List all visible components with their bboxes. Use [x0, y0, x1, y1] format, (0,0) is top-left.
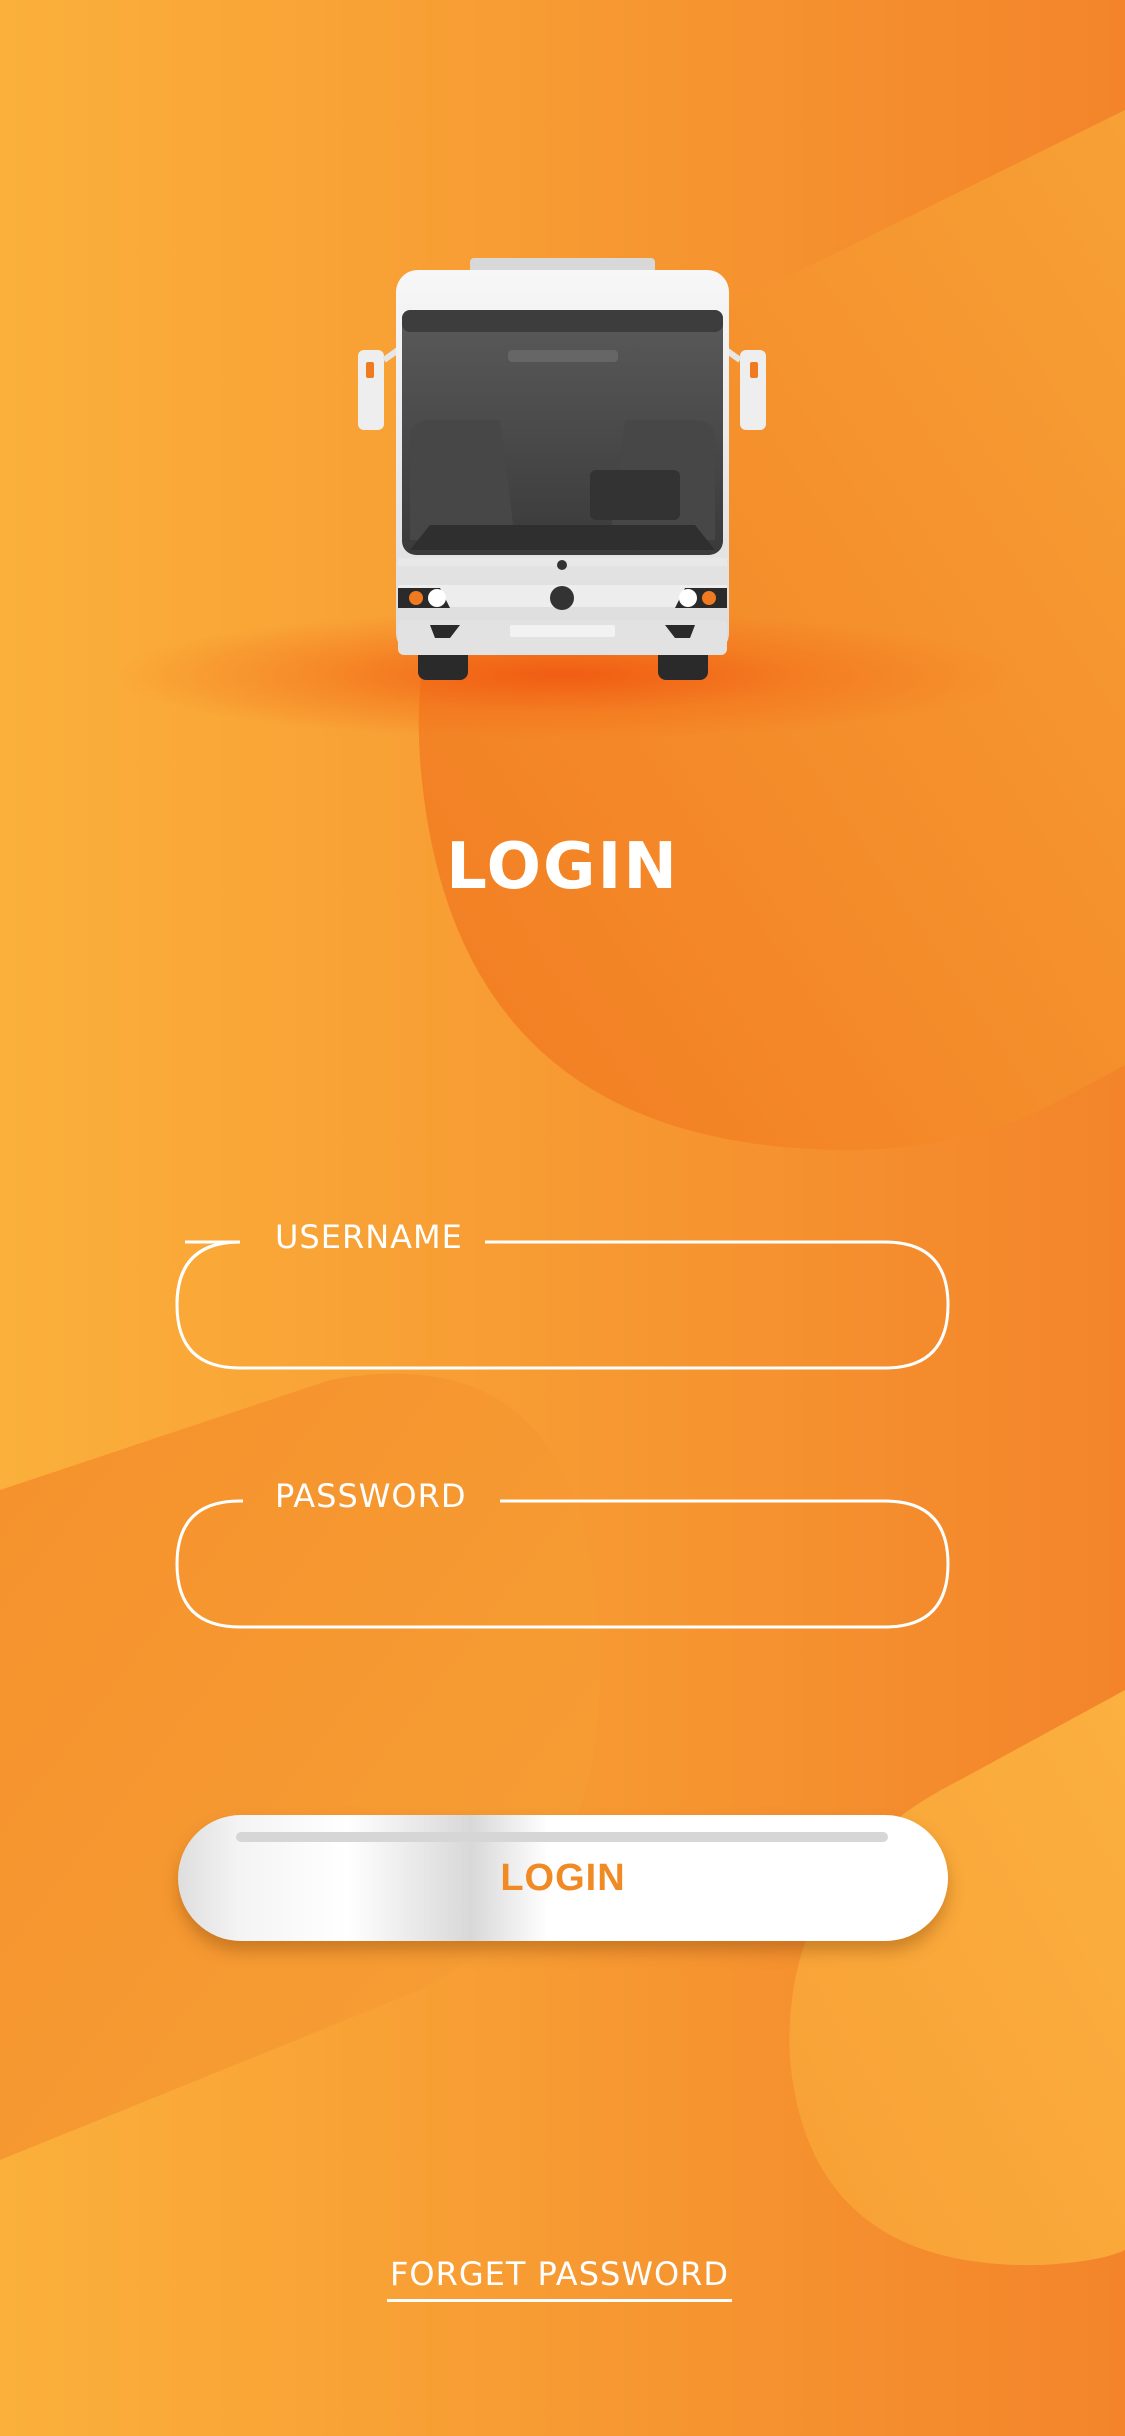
login-button-label: LOGIN — [500, 1857, 626, 1899]
button-highlight — [236, 1832, 888, 1842]
username-field[interactable]: USERNAME — [175, 1218, 950, 1370]
login-button[interactable]: LOGIN — [178, 1815, 948, 1941]
password-label: PASSWORD — [275, 1477, 467, 1515]
password-input[interactable] — [245, 1527, 879, 1605]
username-label: USERNAME — [275, 1218, 463, 1256]
password-field[interactable]: PASSWORD — [175, 1477, 950, 1629]
page-title: LOGIN — [446, 830, 679, 904]
bus-icon — [358, 258, 766, 680]
username-input[interactable] — [245, 1268, 879, 1346]
forget-password-link[interactable]: FORGET PASSWORD — [387, 2255, 732, 2302]
